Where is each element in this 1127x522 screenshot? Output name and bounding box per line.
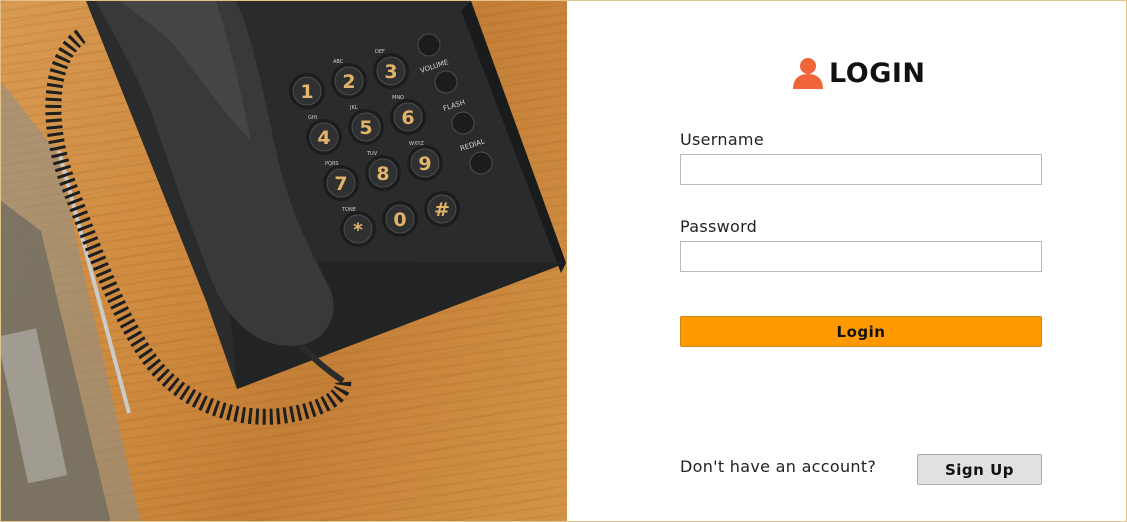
keypad-letters: DEF <box>375 49 385 55</box>
keypad-key-0: 0 <box>382 201 418 237</box>
keypad-letters: JKL <box>349 105 358 111</box>
keypad-digit: 0 <box>393 209 406 231</box>
username-label: Username <box>680 130 764 149</box>
keypad-letters: TUV <box>366 151 378 157</box>
keypad-key-1: 1 <box>289 73 325 109</box>
signup-prompt: Don't have an account? <box>680 457 877 476</box>
keypad-letters: ABC <box>333 59 344 65</box>
keypad-digit: 6 <box>401 107 414 129</box>
keypad-digit: 4 <box>317 127 330 149</box>
keypad-key-hash: # <box>424 191 460 227</box>
password-label: Password <box>680 217 758 236</box>
keypad-digit: 7 <box>334 173 347 195</box>
page-title: LOGIN <box>829 57 926 89</box>
login-panel: LOGIN Username Password Login Don't have… <box>567 1 1126 521</box>
login-window: 1 2 ABC 3 DEF 4 GHI 5 JKL 6 MNO 7 PQRS 8 TUV 9 WXYZ * TONE… <box>0 0 1127 522</box>
keypad-letters: GHI <box>308 115 317 121</box>
keypad-digit: 9 <box>418 153 431 175</box>
keypad-digit: 2 <box>342 71 355 93</box>
username-input[interactable] <box>680 154 1042 185</box>
user-icon <box>793 58 823 89</box>
password-input[interactable] <box>680 241 1042 272</box>
side-button <box>469 151 493 175</box>
telephone-photo: 1 2 ABC 3 DEF 4 GHI 5 JKL 6 MNO 7 PQRS 8 TUV 9 WXYZ * TONE… <box>1 1 567 521</box>
login-button[interactable]: Login <box>680 316 1042 347</box>
keypad-letters: MNO <box>392 95 404 101</box>
side-button <box>417 33 441 57</box>
side-button <box>451 111 475 135</box>
keypad-digit: # <box>434 199 450 221</box>
keypad-letters: PQRS <box>325 161 339 167</box>
keypad-digit: 8 <box>376 163 389 185</box>
keypad-digit: * <box>353 219 363 241</box>
keypad-letters: WXYZ <box>409 141 424 147</box>
login-heading: LOGIN <box>791 55 926 91</box>
keypad-digit: 3 <box>384 61 397 83</box>
telephone-illustration: 1 2 ABC 3 DEF 4GHI 5JKL 6 MNO 7 PQRS 8 TUV 9 WXYZ * TONE… <box>1 1 566 521</box>
keypad-digit: 5 <box>359 117 372 139</box>
signup-button[interactable]: Sign Up <box>917 454 1042 485</box>
side-button <box>434 70 458 94</box>
keypad-digit: 1 <box>300 81 313 103</box>
keypad-letters: TONE <box>341 207 356 213</box>
